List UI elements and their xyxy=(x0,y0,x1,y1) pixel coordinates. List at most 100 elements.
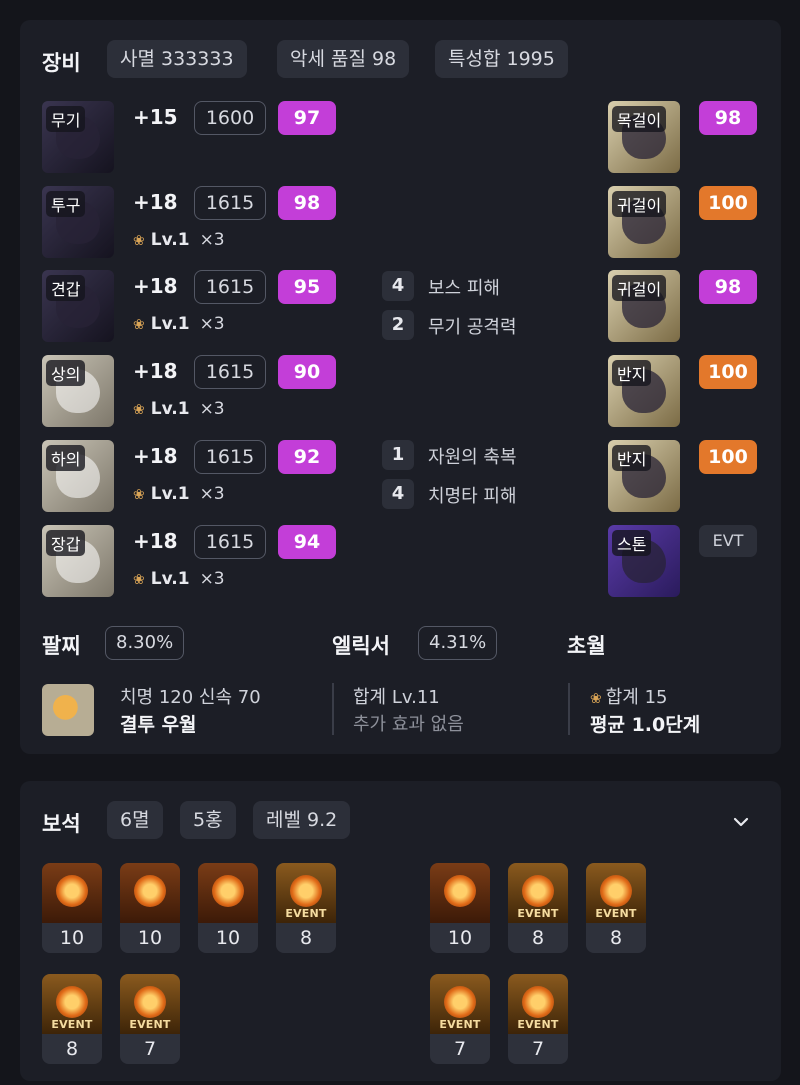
gem-slot[interactable]: EVENT 8 xyxy=(42,974,102,1064)
gem-icon xyxy=(444,986,476,1018)
transcend-average: 평균 1.0단계 xyxy=(590,714,701,736)
transcend-title: 초월 xyxy=(567,634,606,658)
chest-icon: 상의 xyxy=(42,355,114,427)
accessory-quality-chip: 악세 품질 98 xyxy=(277,40,410,78)
equip-row-helmet[interactable]: 투구 +18 1615 98 ❀ Lv.1 ×3 xyxy=(42,186,342,258)
lotus-icon: ❀ xyxy=(133,572,145,588)
accessory-ring-1[interactable]: 반지 100 xyxy=(608,355,768,427)
equip-row-pants[interactable]: 하의 +18 1615 92 ❀ Lv.1 ×3 xyxy=(42,440,342,512)
elixir-info: ❀ Lv.1 ×3 xyxy=(133,230,225,250)
equip-row-weapon[interactable]: 무기 +15 1600 97 xyxy=(42,101,342,173)
slot-label: 투구 xyxy=(46,191,86,217)
elixir-info: ❀ Lv.1 ×3 xyxy=(133,399,225,419)
helmet-icon: 투구 xyxy=(42,186,114,258)
elixir-bonus: 추가 효과 없음 xyxy=(353,714,464,735)
divider xyxy=(568,683,570,735)
gem-count-chip: 5홍 xyxy=(180,801,236,839)
pants-icon: 하의 xyxy=(42,440,114,512)
elixir-info: ❀ Lv.1 ×3 xyxy=(133,314,225,334)
lotus-icon: ❀ xyxy=(590,691,602,707)
ring-icon: 반지 xyxy=(608,440,680,512)
item-level: 1615 xyxy=(194,440,266,474)
weapon-icon: 무기 xyxy=(42,101,114,173)
quality-badge: 100 xyxy=(699,186,757,220)
lotus-icon: ❀ xyxy=(133,317,145,333)
gem-level-chip: 레벨 9.2 xyxy=(253,801,351,839)
equip-row-chest[interactable]: 상의 +18 1615 90 ❀ Lv.1 ×3 xyxy=(42,355,342,427)
equip-row-shoulder[interactable]: 견갑 +18 1615 95 ❀ Lv.1 ×3 xyxy=(42,270,342,342)
lotus-icon: ❀ xyxy=(133,233,145,249)
gem-slot[interactable]: 10 xyxy=(430,863,490,953)
quality-badge: 98 xyxy=(699,270,757,304)
elixir-total: 합계 Lv.11 xyxy=(353,687,440,708)
gem-slot[interactable]: 10 xyxy=(120,863,180,953)
gem-slot[interactable]: EVENT 8 xyxy=(586,863,646,953)
bracelet-effects: 결투 우월 xyxy=(120,714,197,736)
quality-badge: 100 xyxy=(699,440,757,474)
gems-title: 보석 xyxy=(42,812,81,836)
elixir-title: 엘릭서 xyxy=(332,634,390,658)
bracelet-title: 팔찌 xyxy=(42,634,81,658)
transcend-total: ❀ 합계 15 xyxy=(590,687,668,708)
slot-label: 귀걸이 xyxy=(612,191,667,217)
earring-icon: 귀걸이 xyxy=(608,186,680,258)
equipment-card: 장비 사멸 333333 악세 품질 98 특성합 1995 무기 +15 16… xyxy=(20,20,781,754)
necklace-icon: 목걸이 xyxy=(608,101,680,173)
quality-badge: 97 xyxy=(278,101,336,135)
upgrade-level: +18 xyxy=(133,529,178,553)
quality-badge: 94 xyxy=(278,525,336,559)
upgrade-level: +18 xyxy=(133,274,178,298)
gloves-icon: 장갑 xyxy=(42,525,114,597)
slot-label: 하의 xyxy=(46,445,86,471)
event-badge: EVT xyxy=(699,525,757,557)
chevron-down-icon[interactable] xyxy=(732,813,750,831)
accessory-earring-1[interactable]: 귀걸이 100 xyxy=(608,186,768,258)
gem-icon xyxy=(444,875,476,907)
quality-badge: 98 xyxy=(699,101,757,135)
gem-icon xyxy=(134,875,166,907)
stone-icon: 스톤 xyxy=(608,525,680,597)
ring-icon: 반지 xyxy=(608,355,680,427)
upgrade-level: +15 xyxy=(133,105,178,129)
elixir-percent: 4.31% xyxy=(418,626,498,660)
quality-badge: 100 xyxy=(699,355,757,389)
gem-icon xyxy=(56,986,88,1018)
accessory-ring-2[interactable]: 반지 100 xyxy=(608,440,768,512)
bracelet-stats: 치명 120 신속 70 xyxy=(120,687,261,708)
accessory-stone[interactable]: 스톤 EVT xyxy=(608,525,768,597)
gems-card: 보석 6멸 5홍 레벨 9.2 10 10 10 EVENT 8 EVENT 8 E… xyxy=(20,781,781,1081)
lotus-icon: ❀ xyxy=(133,487,145,503)
item-level: 1615 xyxy=(194,525,266,559)
earring-icon: 귀걸이 xyxy=(608,270,680,342)
bracelet-percent: 8.30% xyxy=(105,626,185,660)
slot-label: 목걸이 xyxy=(612,106,667,132)
elixir-info: ❀ Lv.1 ×3 xyxy=(133,484,225,504)
slot-label: 장갑 xyxy=(46,530,86,556)
gem-slot[interactable]: EVENT 8 xyxy=(508,863,568,953)
slot-label: 무기 xyxy=(46,106,86,132)
equipment-title: 장비 xyxy=(42,51,81,75)
gem-slot[interactable]: EVENT 7 xyxy=(430,974,490,1064)
slot-label: 상의 xyxy=(46,360,86,386)
slot-label: 스톤 xyxy=(612,530,652,556)
item-level: 1615 xyxy=(194,270,266,304)
upgrade-level: +18 xyxy=(133,190,178,214)
gem-slot[interactable]: 10 xyxy=(42,863,102,953)
bracelet-icon xyxy=(42,684,94,736)
gem-slot[interactable]: 10 xyxy=(198,863,258,953)
slot-label: 견갑 xyxy=(46,275,86,301)
shoulder-icon: 견갑 xyxy=(42,270,114,342)
quality-badge: 92 xyxy=(278,440,336,474)
gem-slot[interactable]: EVENT 7 xyxy=(508,974,568,1064)
gem-icon xyxy=(134,986,166,1018)
accessory-necklace[interactable]: 목걸이 98 xyxy=(608,101,768,173)
upgrade-level: +18 xyxy=(133,444,178,468)
gem-icon xyxy=(212,875,244,907)
gem-icon xyxy=(522,986,554,1018)
gem-slot[interactable]: EVENT 7 xyxy=(120,974,180,1064)
equip-row-gloves[interactable]: 장갑 +18 1615 94 ❀ Lv.1 ×3 xyxy=(42,525,342,597)
elixir-info: ❀ Lv.1 ×3 xyxy=(133,569,225,589)
gem-icon xyxy=(290,875,322,907)
gem-slot[interactable]: EVENT 8 xyxy=(276,863,336,953)
accessory-earring-2[interactable]: 귀걸이 98 xyxy=(608,270,768,342)
